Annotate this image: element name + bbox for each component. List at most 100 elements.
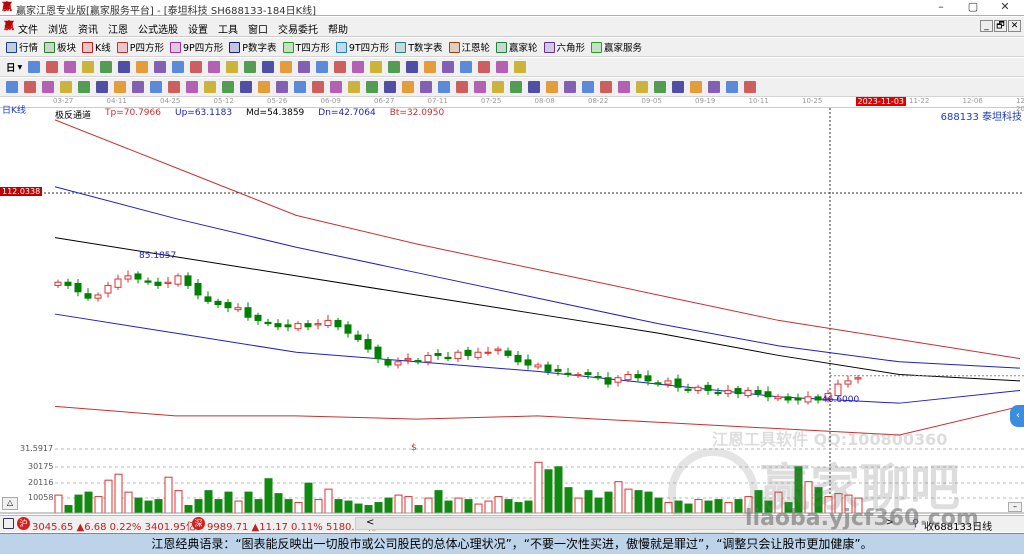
prev-icon[interactable] [388,61,401,73]
collapse-button[interactable]: – [1008,502,1022,512]
menu-item[interactable]: 文件 [18,21,38,36]
pen-icon[interactable] [600,81,612,93]
scroll-right-button[interactable]: > [886,517,894,528]
parallel-lines-icon[interactable] [420,81,432,93]
pen-icon[interactable] [6,81,18,93]
info-icon[interactable] [298,61,311,73]
menu-item[interactable]: 资讯 [78,21,98,36]
mdi-close-button[interactable]: ✕ [1008,20,1021,32]
toolbar-button-hexagon[interactable]: 六角形 [543,40,585,54]
hand-icon[interactable] [460,61,473,73]
toolbar-button-dollar[interactable]: 赢家服务 [591,40,642,54]
mdi-restore-button[interactable]: 🗗 [994,20,1007,32]
period-dropdown[interactable]: 日 ▾ [6,60,22,75]
parallel-lines-icon[interactable] [24,81,36,93]
toolbar-button-quote-table[interactable]: 行情 [6,40,38,54]
trendline-icon[interactable] [150,81,162,93]
gann-grid-icon[interactable] [438,81,450,93]
menu-item[interactable]: 工具 [218,21,238,36]
yinyang-icon[interactable] [168,81,180,93]
close-button[interactable]: ✕ [990,0,1020,16]
hand-icon[interactable] [208,61,221,73]
crosshair-icon[interactable] [442,61,455,73]
zoom-icon[interactable] [28,61,41,73]
save-icon[interactable] [262,61,275,73]
percent-icon[interactable] [132,81,144,93]
trendline-icon[interactable] [546,81,558,93]
gann-grid-icon[interactable] [42,81,54,93]
menu-item[interactable]: 浏览 [48,21,68,36]
infinity-icon[interactable] [582,81,594,93]
cycle-icon[interactable] [672,81,684,93]
toolbar-button-9t-square[interactable]: 9T四方形 [335,40,389,54]
info-icon[interactable] [46,61,59,73]
angle-icon[interactable] [312,81,324,93]
angle-icon[interactable] [510,81,522,93]
menu-item[interactable]: 交易委托 [278,21,318,36]
infinity-icon[interactable] [384,81,396,93]
gann-grid-icon[interactable] [240,81,252,93]
indicator-icon[interactable] [316,61,329,73]
toolbar-button-p-square[interactable]: P四方形 [116,40,164,54]
cycle-icon[interactable] [474,81,486,93]
save-icon[interactable] [514,61,527,73]
percent-icon[interactable] [330,81,342,93]
maximize-button[interactable]: ▢ [958,0,988,16]
parallel-lines-icon[interactable] [222,81,234,93]
horizontal-scrollbar[interactable]: < > [355,517,915,530]
parallel-lines-icon[interactable] [618,81,630,93]
toolbar-button-winner-wheel[interactable]: 赢家轮 [496,40,538,54]
percent-icon[interactable] [528,81,540,93]
percent-icon[interactable] [726,81,738,93]
toolbar-button-p-number-table[interactable]: P数字表 [229,40,277,54]
calculator-icon[interactable] [496,61,509,73]
pen-icon[interactable] [204,81,216,93]
crosshair-icon[interactable] [190,61,203,73]
calendar-icon[interactable] [478,61,491,73]
mdi-minimize-button[interactable]: _ [980,20,993,32]
last-page-icon[interactable] [370,61,383,73]
toolbar-button-kline[interactable]: K线 [82,40,111,54]
gann-grid-icon[interactable] [636,81,648,93]
cycle-icon[interactable] [276,81,288,93]
gann-fan-icon[interactable] [172,61,185,73]
angle-icon[interactable] [708,81,720,93]
first-page-icon[interactable] [100,61,113,73]
circle-icon[interactable] [294,81,306,93]
fibonacci-icon[interactable] [60,81,72,93]
toolbar-button-9p-square[interactable]: 9P四方形 [170,40,223,54]
draw-line-icon[interactable] [334,61,347,73]
fibonacci-icon[interactable] [654,81,666,93]
gann-fan-icon[interactable] [424,61,437,73]
fibonacci-icon[interactable] [456,81,468,93]
toolbar-button-sector[interactable]: 板块 [44,40,76,54]
shanghai-index-value[interactable]: 3045.65 ▲6.68 0.22% 3401.95亿 [32,518,196,533]
side-panel-toggle[interactable]: ‹ [1010,405,1024,427]
menu-item[interactable]: 公式选股 [138,21,178,36]
toolbar-button-t-number-table[interactable]: T数字表 [395,40,443,54]
expand-panel-button[interactable]: △ [2,497,18,510]
first-page-icon[interactable] [352,61,365,73]
prev-icon[interactable] [136,61,149,73]
calculator-icon[interactable] [244,61,257,73]
angle-icon[interactable] [114,81,126,93]
trendline-icon[interactable] [744,81,756,93]
indicator-icon[interactable] [64,61,77,73]
minimize-button[interactable]: – [926,0,956,16]
scroll-left-button[interactable]: < [366,517,374,528]
fibonacci-icon[interactable] [258,81,270,93]
last-page-icon[interactable] [118,61,131,73]
menu-item[interactable]: 设置 [188,21,208,36]
circle-icon[interactable] [492,81,504,93]
trendline-icon[interactable] [348,81,360,93]
infinity-icon[interactable] [186,81,198,93]
calculator-icon[interactable] [3,518,14,529]
cycle-icon[interactable] [78,81,90,93]
toolbar-button-t-square[interactable]: T四方形 [282,40,330,54]
draw-line-icon[interactable] [82,61,95,73]
pen-icon[interactable] [402,81,414,93]
shenzhen-index-value[interactable]: 9989.71 ▲11.17 0.11% 5180.73亿 [207,518,377,533]
next-icon[interactable] [406,61,419,73]
menu-item[interactable]: 帮助 [328,21,348,36]
menu-item[interactable]: 窗口 [248,21,268,36]
